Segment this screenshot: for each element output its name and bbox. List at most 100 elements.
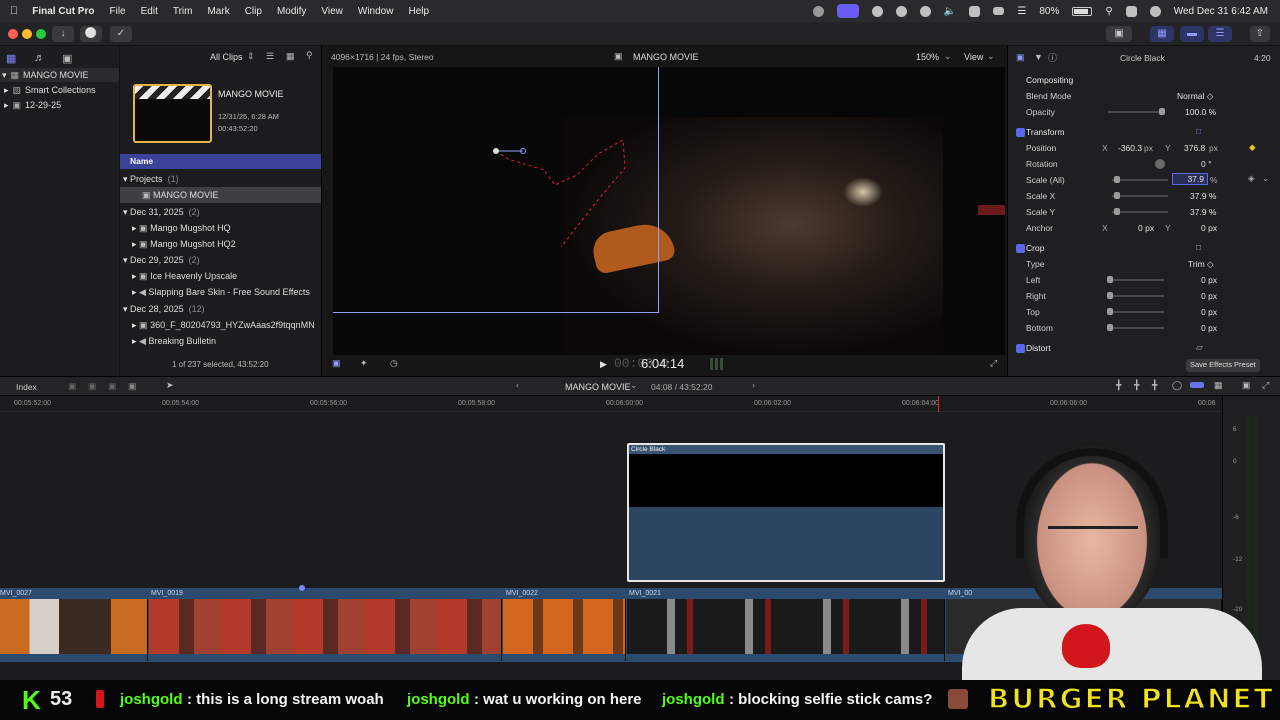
blend-mode-dropdown[interactable]: Normal ◇ [1177,91,1213,102]
chevron-right-icon[interactable]: ▸ [132,223,137,234]
crop-top-slider[interactable] [1108,311,1164,313]
crop-onscreen-icon[interactable]: □ [1196,242,1201,252]
keyboard-icon[interactable] [993,7,1005,15]
scale-x-slider[interactable] [1112,195,1168,197]
transitions-icon[interactable]: ▣ [1242,380,1251,391]
sidebar-item-smart-collections[interactable]: ▸ ▧ Smart Collections [4,83,96,97]
connect-clip-icon[interactable]: ▣ [68,381,77,392]
group-dec29[interactable]: ▾ Dec 29, 2025 (2) [120,252,321,268]
timeline-ruler[interactable]: 00:05:52:00 00:05:54:00 00:05:56:00 00:0… [0,396,1222,412]
chevron-right-icon[interactable]: ▸ [132,239,137,250]
sidebar-item-event[interactable]: ▸ ▣ 12-29-25 [4,98,61,112]
list-item-selected[interactable]: ▣ MANGO MOVIE [120,187,321,203]
forward-arrow-icon[interactable]: › [752,380,755,390]
crop-header[interactable]: Crop □ [1008,240,1280,256]
crop-left-value[interactable]: 0 px [1201,275,1217,285]
distort-header[interactable]: Distort ▱ [1008,340,1280,356]
keywords-button[interactable]: ⚪ [80,26,102,42]
wifi-icon[interactable]: ☰ [1017,6,1026,17]
scale-all-field[interactable]: 37.9 [1172,173,1208,185]
app-menu[interactable]: Final Cut Pro [32,6,94,17]
save-effects-preset-button[interactable]: Save Effects Preset [1186,359,1260,372]
anchor-x-value[interactable]: 0 px [1138,223,1154,233]
chevron-right-icon[interactable]: ▸ [4,85,9,96]
menu-mark[interactable]: Mark [207,6,229,17]
crop-bottom-value[interactable]: 0 px [1201,323,1217,333]
chevron-right-icon[interactable]: ▸ [132,336,137,347]
zoom-window-button[interactable] [36,29,46,39]
scale-y-slider[interactable] [1112,211,1168,213]
chevron-down-icon[interactable]: ▾ [2,70,7,81]
crop-top-value[interactable]: 0 px [1201,307,1217,317]
opacity-value[interactable]: 100.0 % [1185,107,1216,117]
video-frame[interactable] [333,67,1005,355]
chevron-right-icon[interactable]: ▸ [132,287,137,298]
name-column-header[interactable]: Name [120,154,321,169]
timecode-display[interactable]: 6:04:14 [641,356,684,371]
keyframe-diamond-icon[interactable]: ◆ [1249,142,1256,153]
menu-edit[interactable]: Edit [141,6,158,17]
chevron-down-icon[interactable]: ⌄ [630,380,638,391]
scale-all-slider[interactable] [1112,179,1168,181]
library-row[interactable]: ▾ ▦ MANGO MOVIE [0,68,119,82]
select-tool-icon[interactable]: ➤ [166,380,174,391]
chevron-down-icon[interactable]: ⌄ [944,51,952,62]
crop-right-value[interactable]: 0 px [1201,291,1217,301]
zoom-dropdown[interactable]: 150% [916,52,939,62]
speed-icon[interactable]: ◷ [390,358,398,369]
list-item[interactable]: ▸ ◀ Breaking Bulletin [120,333,321,349]
chevron-down-icon[interactable]: ⌄ [1262,173,1269,184]
crop-bottom-slider[interactable] [1108,327,1164,329]
list-view-icon[interactable]: ☰ [266,51,274,62]
list-item[interactable]: ▸ ▣ 360_F_80204793_HYZwAaas2f9tqqnMN [120,317,321,333]
slider-knob[interactable] [1107,292,1113,299]
clip-mvi-0027[interactable] [0,599,148,661]
battery-icon[interactable] [1072,6,1093,16]
slider-knob[interactable] [1114,208,1120,215]
clip-mvi-0019[interactable] [149,599,502,661]
slider-knob[interactable] [1107,308,1113,315]
share-button[interactable]: ⇧ [1250,26,1270,42]
list-item[interactable]: ▸ ▣ Ice Heavenly Upscale [120,268,321,284]
chevron-down-icon[interactable]: ▾ [123,207,128,218]
headphones-icon[interactable]: ◯ [1172,380,1182,391]
apple-icon[interactable]:  [10,5,18,17]
keyframe-add-icon[interactable]: ◈ [1248,173,1255,184]
compositing-header[interactable]: Compositing [1008,72,1280,88]
position-x-value[interactable]: -360.3 [1118,143,1142,153]
distort-checkbox[interactable] [1016,344,1025,353]
list-item[interactable]: ▸ ◀ Slapping Bare Skin - Free Sound Effe… [120,284,321,300]
show-timeline-button[interactable]: ▬ [1180,26,1204,42]
menu-view[interactable]: View [321,6,343,17]
chevron-down-icon[interactable]: ▾ [123,255,128,266]
playhead-marker[interactable] [938,396,939,412]
close-window-button[interactable] [8,29,18,39]
transform-tool-icon[interactable]: ✦ [360,358,368,369]
back-arrow-icon[interactable]: ‹ [516,380,519,390]
frame-format-icon[interactable]: ▣ [332,358,341,369]
crop-right-slider[interactable] [1108,295,1164,297]
clock[interactable]: Wed Dec 31 6:42 AM [1174,6,1268,17]
overwrite-clip-icon[interactable]: ▣ [128,381,137,392]
crop-left-slider[interactable] [1108,279,1164,281]
group-dec31[interactable]: ▾ Dec 31, 2025 (2) [120,204,321,220]
list-item[interactable]: ▸ ▣ Mango Mugshot HQ2 [120,236,321,252]
crop-type-dropdown[interactable]: Trim ◇ [1188,259,1214,270]
volume-icon[interactable]: 🔈 [944,6,956,17]
menu-help[interactable]: Help [408,6,429,17]
info-inspector-icon[interactable]: ⓘ [1048,51,1057,64]
transform-header[interactable]: Transform □ [1008,124,1280,140]
filmstrip-view-icon[interactable]: ▦ [286,51,295,62]
play-icon[interactable] [919,5,931,17]
chevron-right-icon[interactable]: ▸ [132,320,137,331]
rotation-dial[interactable] [1155,159,1165,169]
clip-mvi-0021[interactable] [627,599,945,661]
group-dec28[interactable]: ▾ Dec 28, 2025 (12) [120,301,321,317]
status-icon[interactable] [812,5,824,17]
rotation-value[interactable]: 0 ° [1201,159,1212,169]
timeline-project-name[interactable]: MANGO MOVIE [565,382,631,392]
view-menu[interactable]: View [964,52,983,62]
chevron-down-icon[interactable]: ▾ [123,304,128,315]
slider-knob[interactable] [1114,192,1120,199]
share-layout-button[interactable]: ▣ [1106,26,1132,42]
